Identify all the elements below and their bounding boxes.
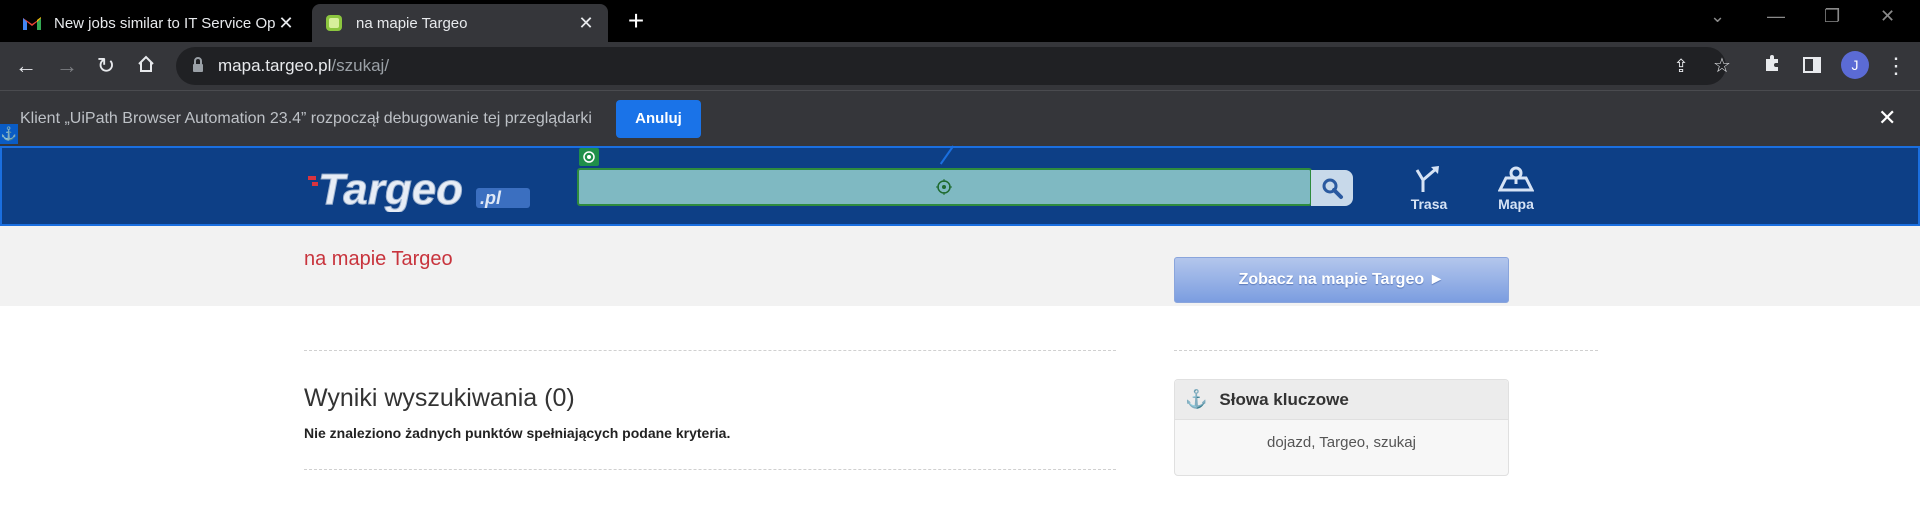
debug-message: Klient „UiPath Browser Automation 23.4” … (20, 110, 592, 127)
highlight-connector (939, 145, 955, 165)
new-tab-button[interactable]: + (622, 7, 650, 36)
divider (304, 350, 1116, 351)
tab-targeo[interactable]: na mapie Targeo ✕ (312, 4, 608, 42)
debug-infobar: Klient „UiPath Browser Automation 23.4” … (0, 90, 1920, 146)
results-heading: Wyniki wyszukiwania (0) (304, 384, 575, 412)
browser-toolbar: ← → ↻ mapa.targeo.pl/szukaj/ ⇪ ☆ J ⋮ (0, 42, 1920, 90)
title-band (0, 226, 1920, 306)
anchor-icon: ⚓ (0, 124, 18, 144)
site-header: Targeo .pl Trasa Mapa (0, 145, 1920, 226)
divider (1174, 350, 1598, 351)
keywords-header: ⚓ Słowa kluczowe (1175, 380, 1508, 420)
search-icon (1322, 178, 1343, 199)
close-tab-icon[interactable]: ✕ (576, 13, 596, 34)
tab-strip: New jobs similar to IT Service Op ✕ na m… (0, 0, 1920, 42)
nav-label: Trasa (1410, 196, 1448, 212)
bookmark-star-icon[interactable]: ☆ (1708, 52, 1736, 80)
map-icon (1498, 166, 1534, 192)
results-message: Nie znaleziono żadnych punktów spełniają… (304, 425, 731, 441)
keywords-panel: ⚓ Słowa kluczowe dojazd, Targeo, szukaj (1174, 379, 1509, 476)
targeo-logo[interactable]: Targeo .pl (308, 165, 532, 215)
menu-kebab-icon[interactable]: ⋮ (1882, 52, 1910, 80)
url-path: /szukaj/ (331, 56, 390, 75)
tab-title: na mapie Targeo (356, 14, 468, 32)
search-input[interactable] (577, 168, 1312, 206)
target-crosshair-icon (936, 179, 952, 195)
share-icon[interactable]: ⇪ (1667, 52, 1695, 80)
back-icon[interactable]: ← (12, 52, 40, 80)
search-button[interactable] (1311, 170, 1353, 206)
targeo-icon (324, 13, 344, 33)
gmail-icon (22, 13, 42, 33)
side-panel-icon[interactable] (1798, 52, 1826, 80)
svg-text:Targeo: Targeo (318, 166, 463, 212)
page-title: na mapie Targeo (304, 248, 453, 270)
nav-mapa[interactable]: Mapa (1486, 164, 1546, 212)
route-icon (1415, 166, 1439, 192)
url-text: mapa.targeo.pl/szukaj/ (218, 56, 389, 76)
svg-text:.pl: .pl (480, 188, 502, 208)
nav-trasa[interactable]: Trasa (1399, 164, 1459, 212)
target-badge-icon (579, 148, 599, 166)
tab-gmail[interactable]: New jobs similar to IT Service Op ✕ (10, 4, 308, 42)
tab-search-icon[interactable]: ⌄ (1710, 6, 1725, 27)
close-window-icon[interactable]: ✕ (1880, 6, 1895, 27)
reload-icon[interactable]: ↻ (92, 52, 120, 80)
anchor-icon: ⚓ (1185, 389, 1208, 409)
close-infobar-icon[interactable]: ✕ (1878, 105, 1896, 131)
forward-icon[interactable]: → (53, 52, 81, 80)
divider (304, 469, 1116, 470)
lock-icon[interactable] (192, 57, 204, 78)
minimize-icon[interactable]: — (1767, 6, 1785, 27)
keywords-title: Słowa kluczowe (1219, 389, 1349, 409)
profile-avatar[interactable]: J (1841, 51, 1869, 79)
extensions-icon[interactable] (1758, 52, 1786, 80)
close-tab-icon[interactable]: ✕ (276, 13, 296, 34)
keywords-list: dojazd, Targeo, szukaj (1267, 434, 1416, 451)
restore-icon[interactable]: ❐ (1824, 6, 1840, 27)
cancel-debug-button[interactable]: Anuluj (616, 100, 701, 138)
view-on-map-button[interactable]: Zobacz na mapie Targeo ► (1174, 257, 1509, 303)
address-bar[interactable]: mapa.targeo.pl/szukaj/ (176, 47, 1726, 85)
nav-label: Mapa (1498, 196, 1534, 212)
tab-title: New jobs similar to IT Service Op (54, 14, 276, 32)
home-icon[interactable] (132, 52, 160, 80)
url-host: mapa.targeo.pl (218, 56, 332, 75)
